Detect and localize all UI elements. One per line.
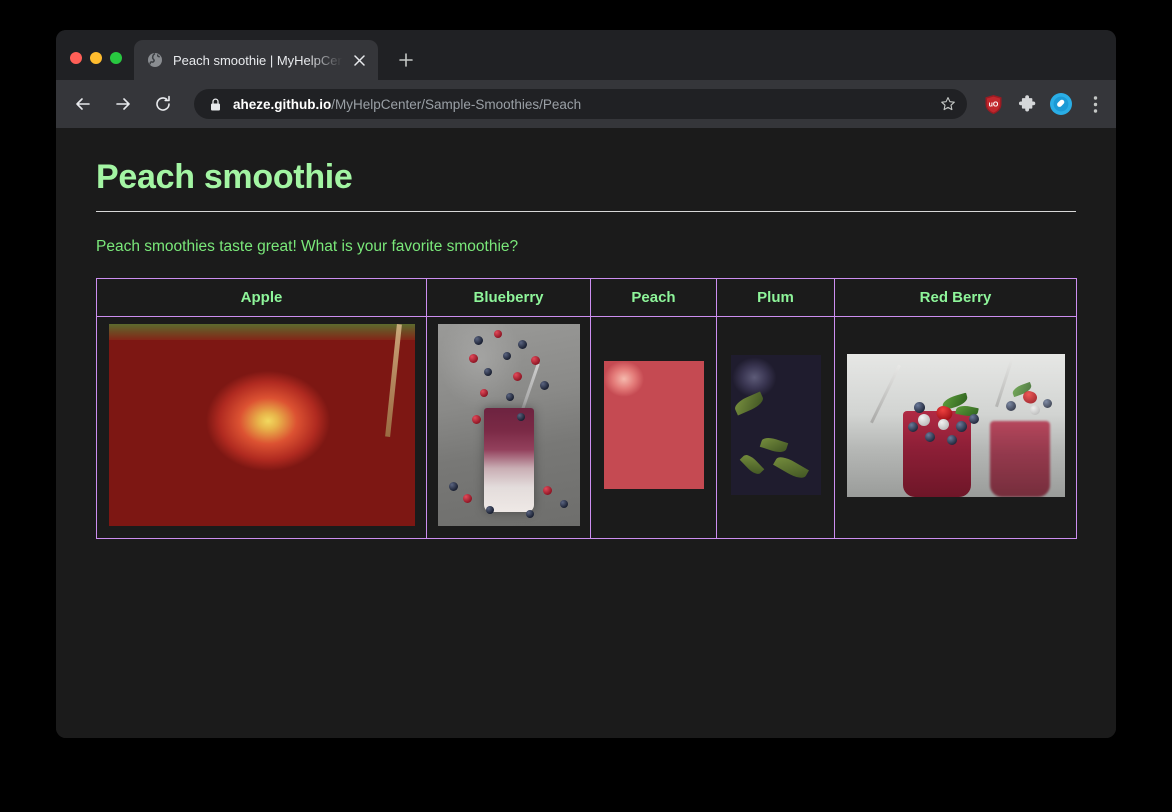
back-button[interactable] [68,89,98,119]
peach-photo [603,361,704,489]
page-title: Peach smoothie [96,158,353,196]
plum-photo [730,355,821,495]
tab-strip: Peach smoothie | MyHelpCenter [56,30,1116,80]
kebab-menu-icon[interactable] [1084,93,1106,115]
window-traffic-lights [70,52,122,64]
table-header-peach: Peach [590,278,717,317]
page-viewport: Peach smoothie Peach smoothies taste gre… [56,128,1116,738]
apple-photo [108,324,415,526]
title-divider [96,211,1076,212]
red-berry-smoothie-photo [846,353,1065,497]
new-tab-button[interactable] [392,46,420,74]
browser-tab-active[interactable]: Peach smoothie | MyHelpCenter [134,40,378,80]
table-header-row: Apple Blueberry Peach Plum Red Berry [96,278,1077,317]
tab-title: Peach smoothie | MyHelpCenter [173,52,346,68]
close-tab-button[interactable] [348,49,370,71]
url-domain: aheze.github.io [233,96,332,112]
table-cell-peach [590,316,717,539]
smoothie-table: Apple Blueberry Peach Plum Red Berry [96,278,1077,539]
intro-paragraph: Peach smoothies taste great! What is you… [96,238,519,255]
forward-button[interactable] [108,89,138,119]
star-icon[interactable] [935,91,961,117]
table-header-redberry: Red Berry [834,278,1077,317]
puzzle-icon[interactable] [1016,93,1038,115]
browser-window: Peach smoothie | MyHelpCenter aheze.gith… [56,30,1116,738]
avatar-icon[interactable] [1050,93,1072,115]
table-cell-blueberry [426,316,591,539]
lock-icon [208,97,222,111]
smoothie-glass-back-shape [990,420,1051,497]
address-bar[interactable]: aheze.github.io/MyHelpCenter/Sample-Smoo… [194,89,967,119]
table-header-apple: Apple [96,278,427,317]
table-header-blueberry: Blueberry [426,278,591,317]
table-cell-plum [716,316,835,539]
table-row [96,316,1077,539]
url-text: aheze.github.io/MyHelpCenter/Sample-Smoo… [233,97,931,112]
table-cell-apple [96,316,427,539]
blueberry-smoothie-photo [437,324,580,526]
svg-text:uO: uO [988,101,998,108]
close-window-button[interactable] [70,52,82,64]
minimize-window-button[interactable] [90,52,102,64]
smoothie-glass-shape [483,408,534,512]
maximize-window-button[interactable] [110,52,122,64]
shield-icon[interactable]: uO [982,93,1004,115]
table-header-plum: Plum [716,278,835,317]
url-path: /MyHelpCenter/Sample-Smoothies/Peach [331,96,582,112]
globe-icon [146,52,163,69]
browser-toolbar: aheze.github.io/MyHelpCenter/Sample-Smoo… [56,80,1116,128]
toolbar-actions: uO [982,93,1106,115]
reload-button[interactable] [148,89,178,119]
table-cell-redberry [834,316,1077,539]
